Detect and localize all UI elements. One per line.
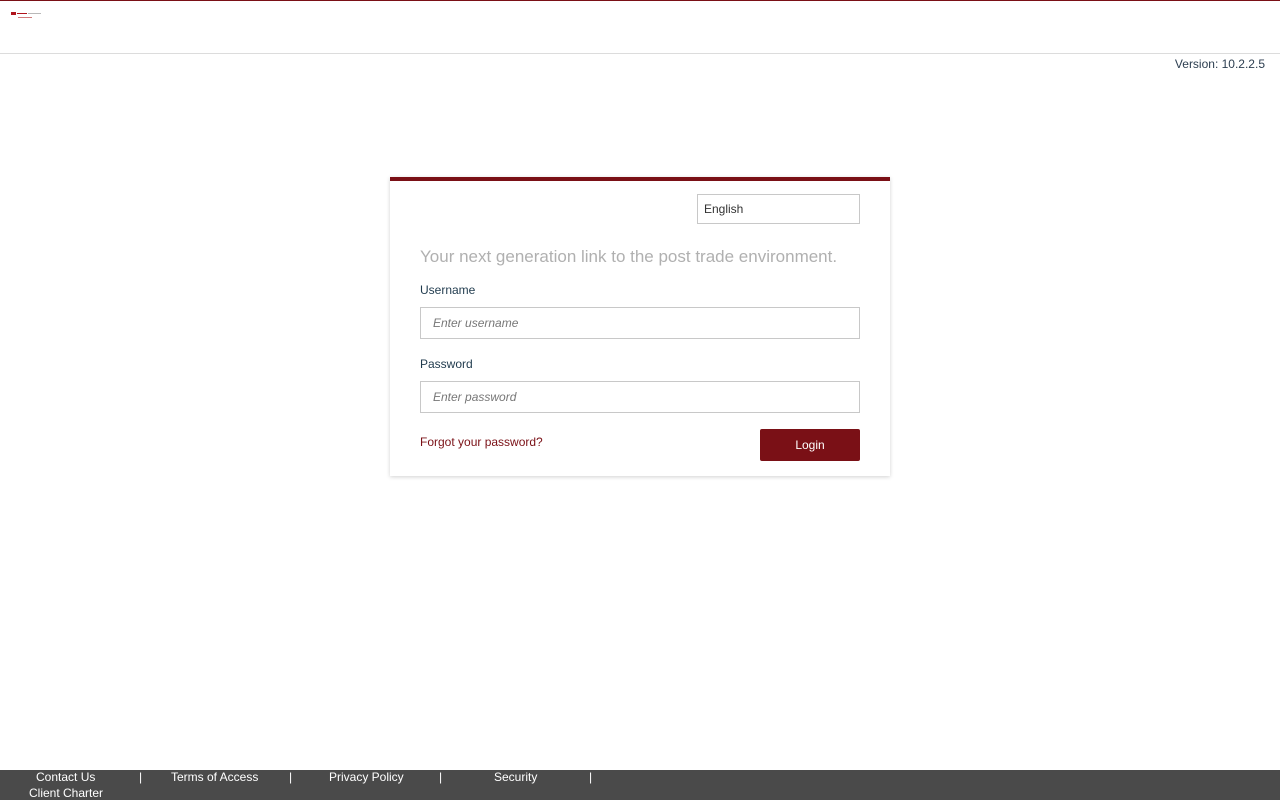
footer-link-terms-of-access[interactable]: Terms of Access [171, 770, 258, 784]
password-input[interactable] [420, 381, 860, 413]
company-logo[interactable] [11, 11, 43, 21]
forgot-password-link[interactable]: Forgot your password? [420, 435, 543, 449]
footer-separator: | [439, 770, 443, 784]
top-header [0, 0, 1280, 54]
language-select[interactable]: English [697, 194, 860, 224]
footer-separator: | [289, 770, 293, 784]
footer-link-client-charter[interactable]: Client Charter [29, 786, 103, 800]
footer-separator: | [589, 770, 593, 784]
username-input[interactable] [420, 307, 860, 339]
password-label: Password [420, 357, 473, 371]
username-label: Username [420, 283, 476, 297]
footer-link-privacy-policy[interactable]: Privacy Policy [329, 770, 404, 784]
footer-link-contact-us[interactable]: Contact Us [36, 770, 95, 784]
footer-link-security[interactable]: Security [494, 770, 537, 784]
version-label: Version: 10.2.2.5 [1174, 57, 1265, 71]
footer: Contact Us | Terms of Access | Privacy P… [0, 770, 1280, 800]
login-button[interactable]: Login [760, 429, 860, 461]
login-card: English Your next generation link to the… [390, 177, 890, 476]
footer-separator: | [139, 770, 143, 784]
tagline: Your next generation link to the post tr… [420, 247, 838, 266]
